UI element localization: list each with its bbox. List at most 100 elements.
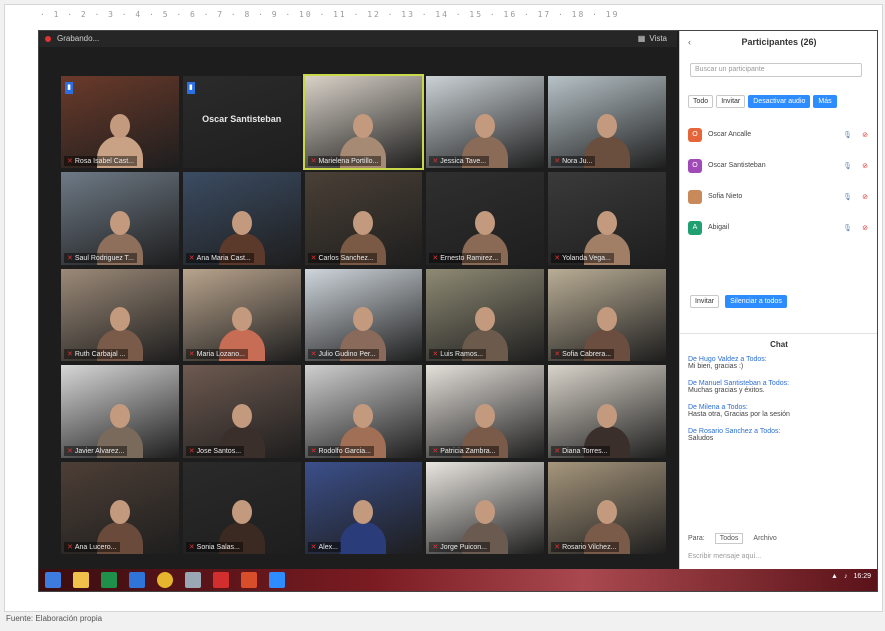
participant-name: Patricia Zambra...: [440, 447, 496, 455]
pdf-icon[interactable]: [213, 572, 229, 588]
video-tile[interactable]: ✕ Jorge Puicon...: [426, 461, 545, 554]
participant-name: Rodolfo Garcia...: [318, 447, 371, 455]
video-tile[interactable]: ✕ Patricia Zambra...: [426, 365, 545, 458]
video-tile[interactable]: ✕ Saul Rodriguez T...: [61, 172, 179, 265]
video-tile[interactable]: ✕ Ruth Carbajal ...: [61, 268, 179, 362]
chat-messages: De Hugo Valdez a Todos: Mi bien, gracias …: [688, 356, 868, 452]
search-input[interactable]: Buscar un participante: [690, 63, 862, 77]
video-tile[interactable]: ✕ Yolanda Vega...: [548, 172, 666, 265]
video-off-icon[interactable]: ⊘: [852, 224, 868, 232]
all-button[interactable]: Todo: [688, 95, 714, 108]
video-tile[interactable]: ✕ Luis Ramos...: [426, 268, 545, 362]
participant-name-label: ✕ Diana Torres...: [551, 445, 611, 456]
network-icon[interactable]: ▲: [831, 573, 838, 580]
video-tile[interactable]: ✕ Jessica Tave...: [426, 76, 545, 169]
participant-name: Carlos Sanchez...: [318, 254, 374, 262]
muted-mic-icon: ✕: [554, 447, 561, 455]
video-tile[interactable]: ✕ Rosario Vilchez...: [548, 461, 666, 554]
participant-row[interactable]: Sofia Nieto 🎙 ⊘: [688, 181, 868, 212]
folder-icon[interactable]: [73, 572, 89, 588]
muted-mic-icon: ✕: [67, 447, 73, 455]
muted-mic-icon: ✕: [188, 254, 195, 262]
muted-mic-icon: ✕: [432, 254, 439, 262]
video-tile[interactable]: ▮ ✕ Rosa Isabel Cast...: [61, 76, 179, 169]
participant-name: Javier Alvarez...: [74, 447, 125, 455]
to-label: Para:: [688, 535, 705, 542]
participant-name: Yolanda Vega...: [562, 254, 611, 262]
excel-icon[interactable]: [101, 572, 117, 588]
chat-sender: De Manuel Santisteban a Todos:: [688, 380, 790, 387]
start-icon[interactable]: [45, 572, 61, 588]
mic-icon[interactable]: 🎙: [828, 162, 852, 170]
participant-name-label: ✕ Sofia Cabrera...: [551, 349, 615, 360]
video-tile[interactable]: ✕ Jose Santos...: [182, 365, 301, 458]
participant-name: Julio Gudino Per...: [318, 351, 376, 359]
participant-name-label: ✕ Ana Lucero...: [64, 542, 120, 552]
participant-row[interactable]: A Abigail 🎙 ⊘: [688, 212, 868, 243]
chat-sender: De Milena a Todos:: [688, 404, 748, 411]
participant-name-label: ✕ Jose Santos...: [185, 445, 245, 456]
recipient-select[interactable]: Todos: [714, 533, 744, 544]
more-button[interactable]: Más: [813, 95, 837, 108]
panel-title: Participantes (26): [741, 37, 817, 47]
app-icon[interactable]: [185, 572, 201, 588]
video-off-icon[interactable]: ⊘: [852, 162, 868, 170]
chrome-icon[interactable]: [157, 572, 173, 588]
video-tile[interactable]: ✕ Rodolfo Garcia...: [304, 365, 423, 458]
zoom-topbar: Grabando... ▦ Vista: [39, 31, 677, 47]
file-button[interactable]: Archivo: [753, 535, 776, 542]
muted-mic-icon: ✕: [67, 351, 73, 359]
participant-list-name: Oscar Ancalle: [708, 131, 752, 138]
video-tile[interactable]: ✕ Ana Lucero...: [61, 461, 179, 554]
clock[interactable]: 16:29: [853, 573, 871, 580]
video-tile[interactable]: ✕ Maria Lozano...: [182, 268, 301, 362]
powerpoint-icon[interactable]: [241, 572, 257, 588]
muted-mic-icon: ✕: [188, 544, 195, 551]
recording-label: Grabando...: [57, 34, 100, 43]
participant-list: O Oscar Ancalle 🎙 ⊘ O Oscar Santisteban 🎙 ⊘ Sofi…: [688, 119, 868, 243]
chat-text: Saludos: [688, 435, 714, 442]
video-off-icon[interactable]: ⊘: [852, 193, 868, 201]
video-tile[interactable]: ✕ Diana Torres...: [548, 365, 666, 458]
volume-icon[interactable]: ♪: [844, 573, 848, 580]
ie-icon[interactable]: [129, 572, 145, 588]
video-tile[interactable]: ✕ Sofia Cabrera...: [548, 268, 666, 362]
muted-mic-icon: ✕: [432, 544, 439, 551]
participant-name: Saul Rodriguez T...: [74, 254, 134, 262]
zoom-icon[interactable]: [269, 572, 285, 588]
participant-row[interactable]: O Oscar Ancalle 🎙 ⊘: [688, 119, 868, 150]
chat-message: De Manuel Santisteban a Todos: Muchas gra…: [688, 380, 868, 394]
participant-list-name: Abigail: [708, 224, 730, 231]
video-tile[interactable]: ✕ Marielena Portillo...: [302, 73, 425, 171]
grid-view-icon[interactable]: ▦: [638, 34, 646, 43]
video-tile[interactable]: ✕ Alex...: [304, 461, 423, 554]
video-tile[interactable]: ✕ Sonia Salas...: [182, 461, 301, 554]
chat-input[interactable]: Escribir mensaje aquí...: [688, 553, 761, 560]
windows-taskbar: ▲ ♪ 16:29: [39, 569, 877, 591]
participant-name: Jorge Puicon...: [440, 544, 487, 551]
video-tile[interactable]: ✕ Ana Maria Cast...: [182, 172, 301, 265]
participant-name-label: ✕ Rodolfo Garcia...: [307, 445, 374, 456]
muted-mic-icon: ✕: [554, 254, 561, 262]
view-label[interactable]: Vista: [649, 34, 667, 43]
video-tile[interactable]: ✕ Nora Ju...: [548, 76, 666, 169]
chat-title: Chat: [680, 333, 877, 349]
participant-name: Rosario Vilchez...: [562, 544, 617, 551]
mic-icon[interactable]: 🎙: [828, 131, 852, 139]
invite-button[interactable]: Invitar: [690, 295, 720, 308]
mute-all-button[interactable]: Silenciar a todos: [725, 295, 787, 308]
participant-name-label: ✕ Marielena Portillo...: [307, 156, 382, 167]
avatar: [688, 189, 702, 204]
video-off-icon[interactable]: ⊘: [852, 131, 868, 139]
participant-name: Ana Maria Cast...: [196, 254, 251, 262]
video-tile[interactable]: ✕ Julio Gudino Per...: [304, 268, 423, 362]
participant-row[interactable]: O Oscar Santisteban 🎙 ⊘: [688, 150, 868, 181]
video-tile[interactable]: ✕ Javier Alvarez...: [61, 365, 179, 458]
video-tile[interactable]: Oscar Santisteban ▮: [182, 76, 301, 169]
mute-audio-button[interactable]: Desactivar audio: [748, 95, 811, 108]
mic-icon[interactable]: 🎙: [828, 224, 852, 232]
video-tile[interactable]: ✕ Carlos Sanchez...: [304, 172, 423, 265]
invite-tab-button[interactable]: Invitar: [716, 95, 746, 108]
video-tile[interactable]: ✕ Ernesto Ramirez...: [426, 172, 545, 265]
mic-icon[interactable]: 🎙: [828, 193, 852, 201]
